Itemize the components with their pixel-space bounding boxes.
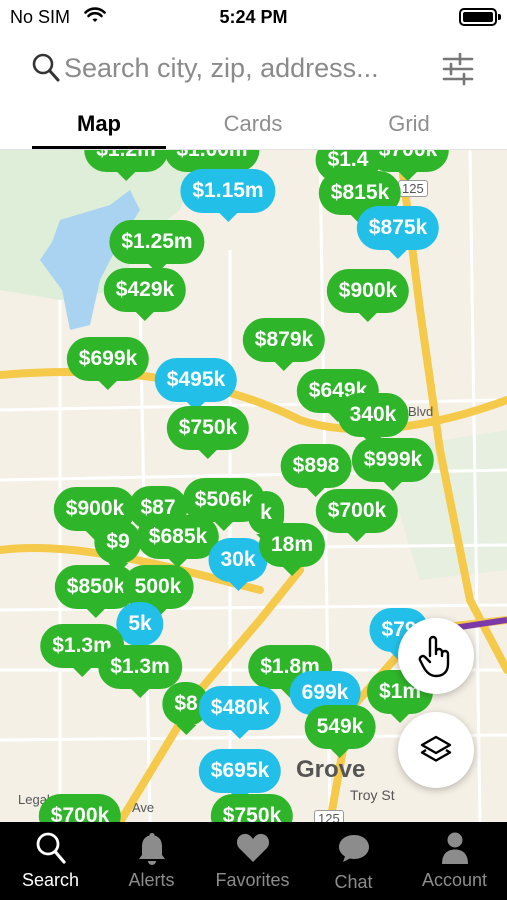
hand-pointer-icon bbox=[418, 635, 450, 678]
map-view[interactable]: Grove Troy St Legal Ave 125 125 Blvd $1.… bbox=[0, 150, 507, 822]
price-pin[interactable]: $875k bbox=[356, 206, 440, 259]
price-pin[interactable]: $495k bbox=[154, 358, 238, 411]
battery-icon bbox=[459, 8, 501, 26]
price-pin[interactable]: $429k bbox=[103, 268, 187, 321]
bell-icon bbox=[132, 830, 172, 866]
price-pin[interactable]: 340k bbox=[337, 393, 409, 446]
price-pin[interactable]: $700k bbox=[38, 794, 122, 822]
tab-grid[interactable]: Grid bbox=[344, 111, 474, 137]
layers-icon bbox=[420, 735, 452, 762]
price-pin[interactable]: 549k bbox=[304, 705, 376, 758]
draw-search-button[interactable] bbox=[398, 618, 474, 694]
heart-icon bbox=[233, 830, 273, 866]
view-tabs: Map Cards Grid bbox=[0, 100, 507, 150]
map-layers-button[interactable] bbox=[398, 712, 474, 788]
price-pin[interactable]: $700k bbox=[366, 150, 450, 181]
tab-cards[interactable]: Cards bbox=[188, 111, 318, 137]
price-pin[interactable]: $480k bbox=[198, 686, 282, 739]
price-pin[interactable]: $685k bbox=[136, 515, 220, 568]
chat-icon bbox=[334, 830, 374, 866]
filter-sliders-icon[interactable] bbox=[440, 51, 476, 92]
status-time: 5:24 PM bbox=[219, 7, 288, 27]
price-pin[interactable]: $750k bbox=[166, 406, 250, 459]
tabbar-search[interactable]: Search bbox=[0, 822, 101, 900]
person-icon bbox=[435, 830, 475, 866]
price-pin[interactable]: $1.3m bbox=[98, 645, 182, 698]
search-icon bbox=[32, 53, 60, 88]
price-pin[interactable]: $1.2m bbox=[84, 150, 168, 181]
price-pin[interactable]: 18m bbox=[258, 523, 326, 576]
price-pin[interactable]: $898 bbox=[280, 444, 352, 497]
status-bar: No SIM 5:24 PM bbox=[0, 0, 507, 36]
price-pin[interactable]: $750k bbox=[210, 794, 294, 822]
tabbar-chat-label: Chat bbox=[334, 872, 373, 892]
price-pin[interactable]: $900k bbox=[326, 269, 410, 322]
tabbar-search-label: Search bbox=[21, 870, 80, 890]
tabbar-chat[interactable]: Chat bbox=[303, 822, 404, 900]
tabbar-account-label: Account bbox=[421, 870, 488, 890]
tabbar-favorites-label: Favorites bbox=[215, 870, 290, 890]
tabbar-favorites[interactable]: Favorites bbox=[202, 822, 303, 900]
price-pin[interactable]: $699k bbox=[66, 337, 150, 390]
bottom-tab-bar: Search Alerts Favorites Chat Account bbox=[0, 822, 507, 900]
price-pin[interactable]: $879k bbox=[242, 318, 326, 371]
price-pin[interactable]: $1.15m bbox=[180, 169, 276, 222]
price-pin[interactable]: $999k bbox=[351, 438, 435, 491]
price-pin[interactable]: $695k bbox=[198, 749, 282, 802]
tabbar-account[interactable]: Account bbox=[404, 822, 505, 900]
tabbar-alerts[interactable]: Alerts bbox=[101, 822, 202, 900]
price-pin[interactable]: $1.25m bbox=[109, 220, 205, 273]
search-icon bbox=[31, 830, 71, 866]
tabbar-alerts-label: Alerts bbox=[128, 870, 175, 890]
search-bar bbox=[0, 36, 507, 100]
tab-map[interactable]: Map bbox=[34, 111, 164, 137]
price-pin[interactable]: $700k bbox=[315, 489, 399, 542]
active-tab-indicator bbox=[32, 146, 166, 149]
search-input[interactable] bbox=[64, 48, 434, 88]
price-pin[interactable]: $9 bbox=[94, 520, 142, 573]
